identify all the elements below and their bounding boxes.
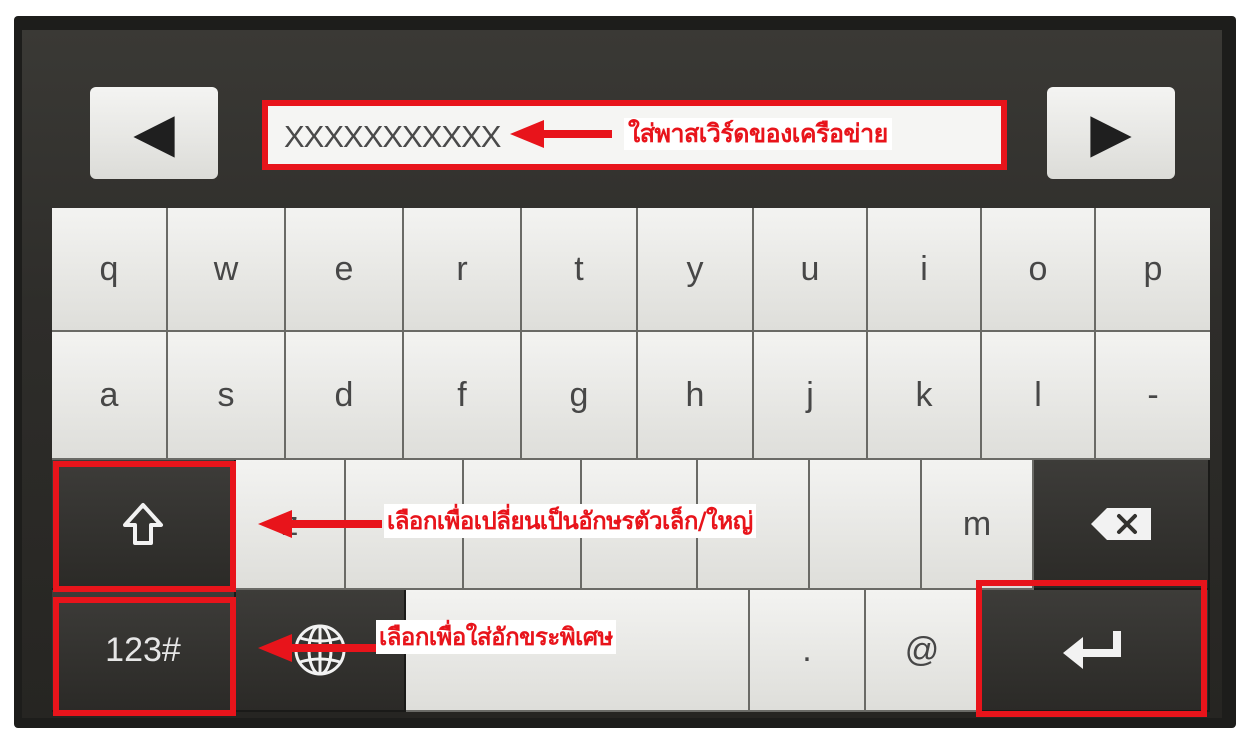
key-f[interactable]: f (404, 332, 522, 460)
key-y[interactable]: y (638, 208, 754, 332)
right-arrow-icon: ▶ (1090, 101, 1132, 164)
key-h[interactable]: h (638, 332, 754, 460)
key-n[interactable] (810, 460, 922, 590)
key-e[interactable]: e (286, 208, 404, 332)
key-r[interactable]: r (404, 208, 522, 332)
key-s[interactable]: s (168, 332, 286, 460)
key-z[interactable]: z (236, 460, 346, 590)
key-p[interactable]: p (1096, 208, 1210, 332)
shift-key[interactable] (52, 460, 236, 590)
key-u[interactable]: u (754, 208, 868, 332)
key-i[interactable]: i (868, 208, 982, 332)
callout-toggle-case: เลือกเพื่อเปลี่ยนเป็นอักษรตัวเล็ก/ใหญ่ (384, 504, 756, 538)
callout-special-chars: เลือกเพื่อใส่อักขระพิเศษ (376, 620, 616, 654)
cursor-right-button[interactable]: ▶ (1047, 87, 1175, 179)
backspace-icon (1091, 508, 1151, 540)
password-value: XXXXXXXXXXX (284, 119, 501, 154)
enter-icon (1063, 631, 1121, 669)
screenshot: ◀ ▶ XXXXXXXXXXX q w e r t y u i o p a s … (0, 0, 1246, 738)
backspace-key[interactable] (1034, 460, 1210, 590)
key-j[interactable]: j (754, 332, 868, 460)
callout-network-password: ใส่พาสเวิร์ดของเครือข่าย (624, 118, 892, 150)
key-w[interactable]: w (168, 208, 286, 332)
key-l[interactable]: l (982, 332, 1096, 460)
key-q[interactable]: q (52, 208, 168, 332)
key-at[interactable]: @ (866, 590, 980, 712)
key-k[interactable]: k (868, 332, 982, 460)
key-o[interactable]: o (982, 208, 1096, 332)
key-t[interactable]: t (522, 208, 638, 332)
enter-key[interactable] (980, 590, 1210, 712)
shift-arrow-icon (123, 503, 163, 545)
key-g[interactable]: g (522, 332, 638, 460)
globe-icon (294, 624, 346, 676)
cursor-left-button[interactable]: ◀ (90, 87, 218, 179)
symbols-key[interactable]: 123# (52, 590, 236, 712)
key-a[interactable]: a (52, 332, 168, 460)
key-d[interactable]: d (286, 332, 404, 460)
key-period[interactable]: . (750, 590, 866, 712)
left-arrow-icon: ◀ (133, 101, 175, 164)
key-hyphen[interactable]: - (1096, 332, 1210, 460)
key-m[interactable]: m (922, 460, 1034, 590)
